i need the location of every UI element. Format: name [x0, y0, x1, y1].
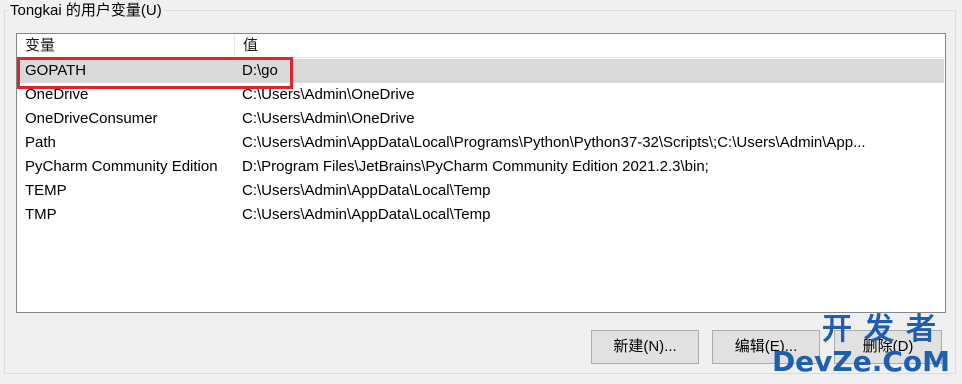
column-header-variable[interactable]: 变量	[17, 34, 235, 57]
variable-value: C:\Users\Admin\AppData\Local\Programs\Py…	[242, 134, 866, 151]
edit-variable-button[interactable]: 编辑(E)...	[712, 330, 820, 364]
variable-value: C:\Users\Admin\OneDrive	[242, 86, 415, 103]
table-row[interactable]: TMP C:\Users\Admin\AppData\Local\Temp	[18, 203, 944, 227]
variable-name: OneDrive	[25, 86, 89, 103]
variable-value: D:\go	[242, 62, 278, 79]
variable-name: OneDriveConsumer	[25, 110, 158, 127]
table-row[interactable]: Path C:\Users\Admin\AppData\Local\Progra…	[18, 131, 944, 155]
variables-list[interactable]: 变量 值 GOPATH D:\go OneDrive C:\Users\Admi…	[16, 33, 946, 313]
table-row[interactable]: OneDriveConsumer C:\Users\Admin\OneDrive	[18, 107, 944, 131]
new-variable-button[interactable]: 新建(N)...	[591, 330, 699, 364]
column-header-value[interactable]: 值	[235, 34, 945, 57]
table-row[interactable]: GOPATH D:\go	[18, 59, 944, 83]
table-row[interactable]: OneDrive C:\Users\Admin\OneDrive	[18, 83, 944, 107]
group-title: Tongkai 的用户变量(U)	[8, 2, 164, 20]
variable-name: TMP	[25, 206, 57, 223]
variable-value: C:\Users\Admin\AppData\Local\Temp	[242, 182, 491, 199]
variable-value: D:\Program Files\JetBrains\PyCharm Commu…	[242, 158, 709, 175]
variable-value: C:\Users\Admin\OneDrive	[242, 110, 415, 127]
table-row[interactable]: TEMP C:\Users\Admin\AppData\Local\Temp	[18, 179, 944, 203]
variable-name: Path	[25, 134, 56, 151]
variable-value: C:\Users\Admin\AppData\Local\Temp	[242, 206, 491, 223]
variable-name: GOPATH	[25, 62, 87, 79]
variable-name: TEMP	[25, 182, 67, 199]
table-row[interactable]: PyCharm Community Edition D:\Program Fil…	[18, 155, 944, 179]
delete-variable-button[interactable]: 删除(D)	[834, 330, 942, 364]
list-header: 变量 值	[17, 34, 945, 58]
variable-name: PyCharm Community Edition	[25, 158, 218, 175]
